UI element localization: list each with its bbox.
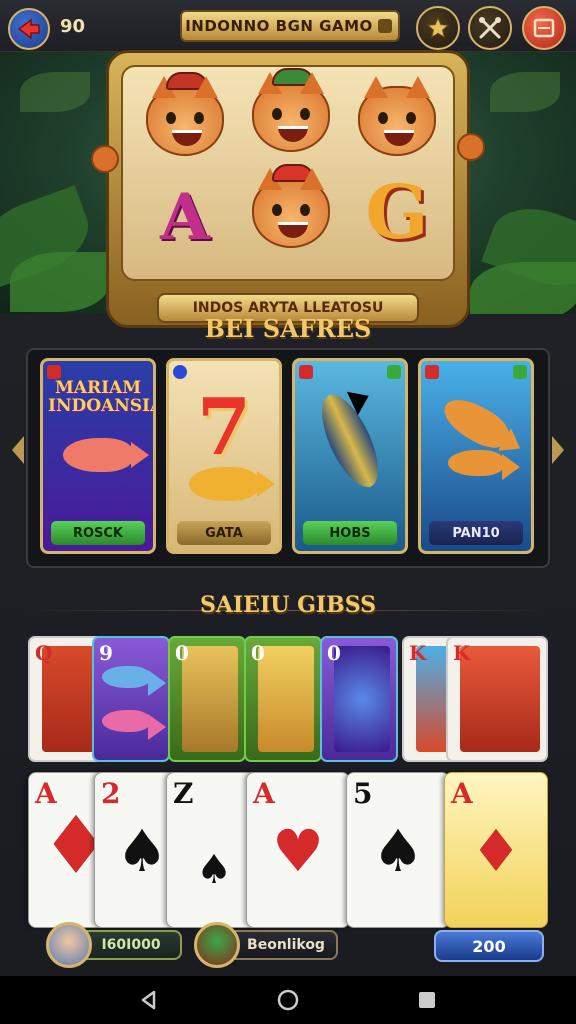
- game-card[interactable]: 0: [168, 636, 246, 762]
- card-rank: A: [253, 777, 275, 810]
- coin-count: 90: [60, 16, 86, 37]
- slot-grid: A G: [121, 65, 455, 281]
- system-nav-bar: [0, 976, 576, 1024]
- card-art: [460, 646, 540, 752]
- card-rank: Z: [173, 777, 194, 810]
- opponent-avatar[interactable]: [194, 922, 240, 968]
- card-rank: K: [409, 641, 427, 665]
- card-rank: 0: [251, 641, 265, 665]
- card-art: [334, 646, 390, 752]
- letter-a-symbol: A: [160, 179, 210, 255]
- bet-value: 200: [472, 936, 506, 956]
- card-rank: 0: [175, 641, 189, 665]
- tile-label: GATA: [177, 521, 271, 545]
- fox-symbol: [243, 68, 339, 163]
- playing-card[interactable]: A ♥: [246, 772, 350, 928]
- card-art: [182, 646, 238, 752]
- tile-art: [421, 361, 531, 521]
- jungle-leaf: [470, 262, 576, 314]
- card-rank: 9: [99, 641, 113, 665]
- fish-art: [189, 466, 275, 501]
- fox-paw-left: [91, 145, 119, 173]
- playing-card[interactable]: A ♦: [444, 772, 548, 928]
- scroll-left-arrow-icon[interactable]: [12, 436, 24, 464]
- menu-icon: [533, 18, 555, 38]
- jungle-leaf: [10, 252, 110, 312]
- fish-art: [63, 437, 149, 472]
- fish-art: [102, 666, 166, 696]
- fox-paw-right: [457, 133, 485, 161]
- nav-home-icon[interactable]: [277, 989, 299, 1011]
- heart-suit-icon: ♥: [272, 817, 324, 885]
- game-card[interactable]: 0: [320, 636, 398, 762]
- game-tile-3[interactable]: HOBS: [292, 358, 408, 554]
- favorites-button[interactable]: [416, 6, 460, 50]
- game-tile-1[interactable]: MARIAM INDOANSIA ROSCK: [40, 358, 156, 554]
- tile-label: PAN10: [429, 521, 523, 545]
- star-icon: [426, 16, 450, 39]
- bet-button[interactable]: 200: [434, 930, 544, 962]
- tools-icon: [479, 17, 501, 39]
- fox-symbol: [243, 164, 339, 259]
- tile-logo: MARIAM INDOANSIA: [48, 378, 156, 416]
- fish-art: [102, 710, 166, 740]
- player-avatar[interactable]: [46, 922, 92, 968]
- diamond-suit-icon: ♦: [470, 817, 522, 885]
- scroll-right-arrow-icon[interactable]: [552, 436, 564, 464]
- jungle-leaf: [490, 72, 560, 112]
- card-rank: A: [451, 777, 473, 810]
- jungle-leaf: [20, 72, 90, 112]
- back-arrow-icon: [17, 18, 40, 40]
- game-tile-2[interactable]: 7 GATA: [166, 358, 282, 554]
- menu-button[interactable]: [522, 6, 566, 50]
- playing-card[interactable]: 5 ♠: [346, 772, 450, 928]
- top-bar: 90 INDONNO BGN GAMO: [0, 0, 576, 52]
- game-screen: 90 INDONNO BGN GAMO A G INDOS ARYTA LLEA…: [0, 0, 576, 1024]
- fish-art: [448, 450, 520, 480]
- letter-g-symbol: G: [365, 170, 429, 256]
- card-rank: 2: [101, 777, 121, 810]
- card-art: [258, 646, 314, 752]
- tile-label: ROSCK: [51, 521, 145, 545]
- card-rank: K: [453, 641, 471, 665]
- fish-art: [310, 387, 390, 495]
- tile-art: MARIAM INDOANSIA: [43, 361, 153, 521]
- game-card[interactable]: 0: [244, 636, 322, 762]
- tile-label: HOBS: [303, 521, 397, 545]
- player-name: Beonlikog: [247, 937, 325, 953]
- player-balance: I60I000: [101, 937, 161, 953]
- fox-symbol: [137, 72, 233, 167]
- fish-art: [437, 390, 515, 456]
- settings-button[interactable]: [468, 6, 512, 50]
- slot-frame: A G INDOS ARYTA LLEATOSU: [91, 50, 485, 328]
- fox-symbol: [349, 75, 445, 167]
- game-title-plate: INDONNO BGN GAMO: [180, 10, 400, 42]
- game-card[interactable]: K: [446, 636, 548, 762]
- nav-recents-icon[interactable]: [417, 990, 437, 1010]
- card-rank: Q: [35, 641, 53, 665]
- game-title: INDONNO BGN GAMO: [185, 17, 373, 35]
- tile-art: 7: [169, 361, 279, 521]
- nav-back-icon[interactable]: [139, 990, 159, 1010]
- card-rank: 0: [327, 641, 341, 665]
- card-rank: 5: [353, 777, 373, 810]
- spade-suit-icon: ♠: [372, 817, 424, 885]
- section-title-featured: BEI SAFRES: [204, 314, 372, 343]
- section-title-games: SAIEIU GIBSS: [199, 592, 377, 618]
- game-card[interactable]: 9: [92, 636, 170, 762]
- lock-icon: [378, 19, 392, 33]
- tile-logo: 7: [196, 381, 252, 473]
- game-tile-4[interactable]: PAN10: [418, 358, 534, 554]
- back-button[interactable]: [8, 8, 50, 50]
- tile-art: [295, 361, 405, 521]
